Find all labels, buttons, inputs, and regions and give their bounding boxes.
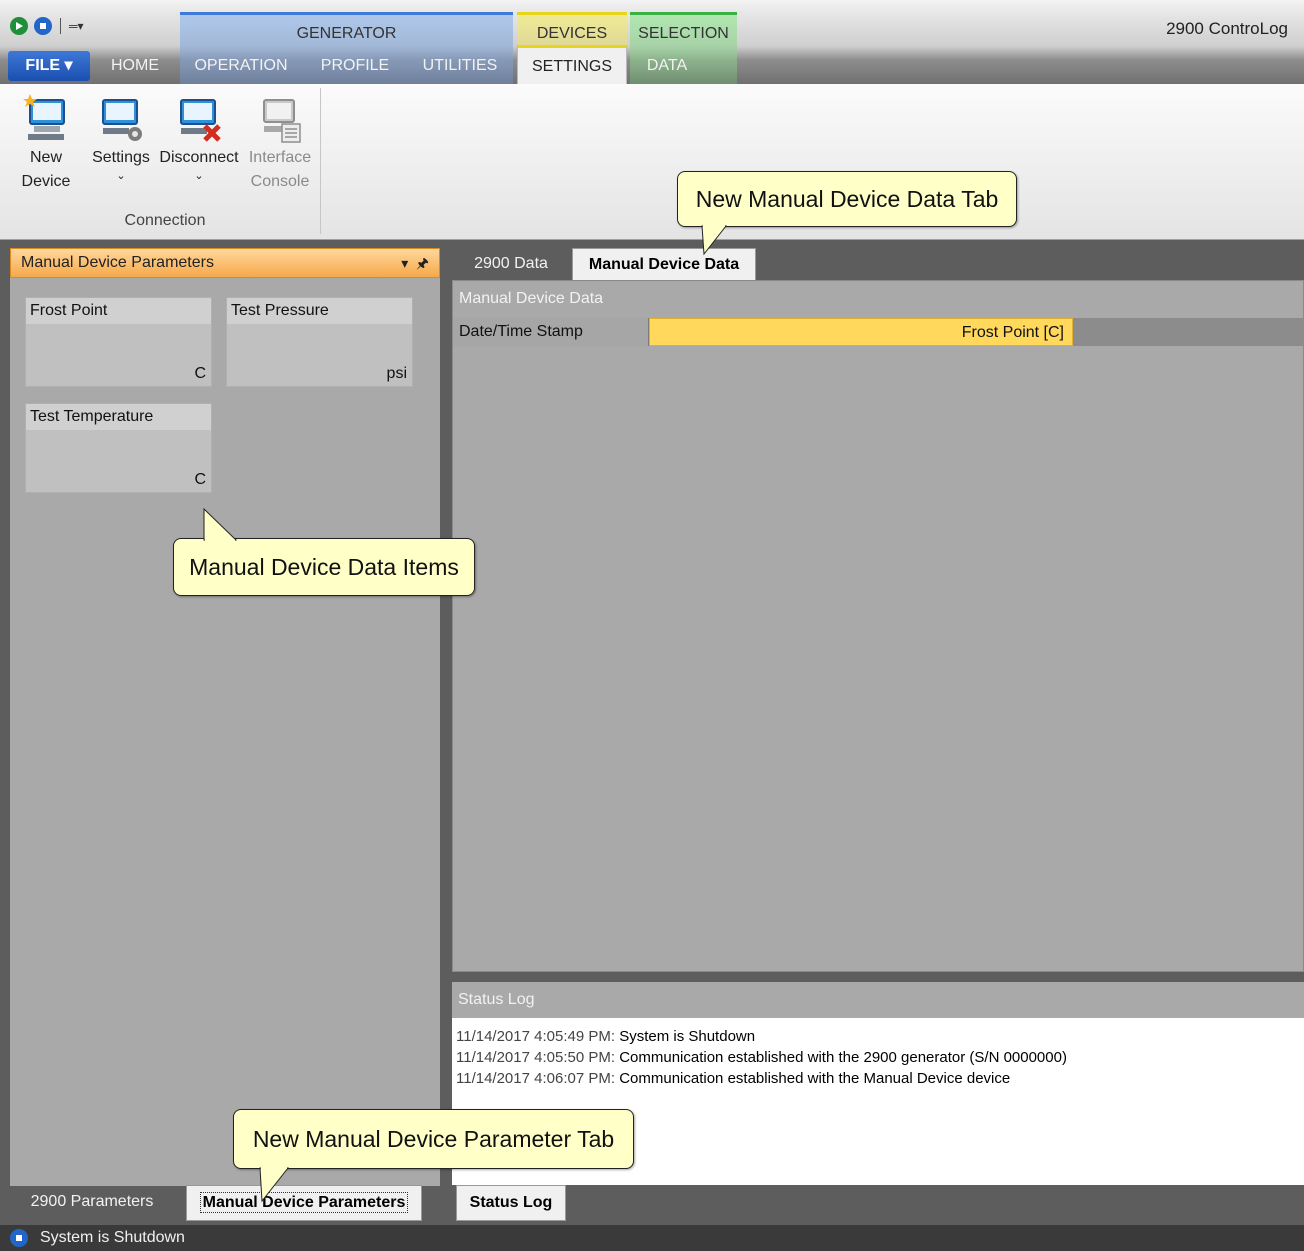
tab-settings[interactable]: SETTINGS: [517, 45, 627, 85]
callout-new-parameter-tab-text: New Manual Device Parameter Tab: [252, 1126, 615, 1152]
right-pane: 2900 Data Manual Device Data Manual Devi…: [446, 240, 1304, 1225]
callout-pointer: [203, 507, 238, 543]
stop-icon[interactable]: [34, 17, 52, 35]
new-device-label-2: Device: [21, 173, 71, 190]
panel-controls: ▾ 🖈: [401, 249, 429, 277]
ribbon-panel: New Device Settings ⌄ Disconnect ⌄ Inter…: [0, 84, 1304, 240]
frost-point-title: Frost Point: [26, 298, 211, 324]
quick-access-toolbar: ═▾: [10, 17, 84, 35]
new-device-label-1: New: [29, 149, 62, 166]
dropdown-icon[interactable]: ▾: [401, 255, 408, 271]
callout-data-items-text: Manual Device Data Items: [189, 554, 459, 580]
tab-operation[interactable]: OPERATION: [182, 48, 300, 84]
interface-label: Interface: [248, 149, 312, 166]
title-bar: ═▾ GENERATOR DEVICES SELECTION 2900 Cont…: [0, 0, 1304, 85]
disconnect-label: Disconnect: [159, 149, 239, 166]
data-panel-title: Manual Device Data: [453, 281, 1303, 317]
tab-manual-device-parameters-label: Manual Device Parameters: [199, 1192, 409, 1213]
parameters-panel: Manual Device Parameters ▾ 🖈 Frost Point…: [10, 248, 440, 1186]
start-icon[interactable]: [10, 17, 28, 35]
test-temperature-tile[interactable]: Test Temperature C: [25, 403, 212, 493]
file-menu-button[interactable]: FILE ▾: [8, 51, 90, 81]
context-label-generator: GENERATOR: [296, 25, 397, 42]
status-log-title: Status Log: [452, 982, 1304, 1018]
test-pressure-unit: psi: [386, 365, 407, 382]
test-pressure-title: Test Pressure: [227, 298, 412, 324]
callout-new-parameter-tab: New Manual Device Parameter Tab: [233, 1109, 634, 1203]
column-date-time[interactable]: Date/Time Stamp: [453, 318, 649, 346]
interface-console-button[interactable]: Interface Console: [246, 92, 314, 194]
log-message: Communication established with the Manua…: [619, 1070, 1011, 1087]
file-label: FILE: [25, 57, 61, 74]
test-temperature-unit: C: [194, 471, 206, 488]
callout-data-items: Manual Device Data Items: [173, 507, 475, 596]
status-bar-text: System is Shutdown: [40, 1229, 185, 1246]
callout-pointer: [701, 223, 728, 256]
tab-2900-data[interactable]: 2900 Data: [456, 248, 566, 280]
tab-status-log[interactable]: Status Log: [456, 1185, 566, 1221]
status-bar: System is Shutdown: [0, 1225, 1304, 1251]
tab-manual-device-data[interactable]: Manual Device Data: [572, 248, 756, 280]
disconnect-icon: [175, 92, 223, 146]
parameters-panel-title: Manual Device Parameters: [21, 254, 214, 271]
settings-label: Settings: [92, 149, 150, 166]
tab-2900-parameters[interactable]: 2900 Parameters: [14, 1185, 170, 1221]
new-device-icon: [22, 92, 70, 146]
log-entry: 11/14/2017 4:06:07 PM: Communication est…: [452, 1068, 1304, 1089]
tab-profile[interactable]: PROFILE: [306, 48, 404, 84]
settings-dropdown-icon: ⌄: [116, 170, 126, 182]
connection-group-label: Connection: [124, 212, 206, 229]
console-label: Console: [250, 173, 310, 190]
log-message: Communication established with the 2900 …: [619, 1049, 1067, 1066]
disconnect-button[interactable]: Disconnect ⌄: [158, 92, 240, 182]
disconnect-dropdown-icon: ⌄: [194, 170, 204, 182]
tab-utilities[interactable]: UTILITIES: [412, 48, 508, 84]
tab-home[interactable]: HOME: [96, 48, 174, 84]
left-pane: Manual Device Parameters ▾ 🖈 Frost Point…: [0, 240, 446, 1225]
status-log-list: 11/14/2017 4:05:49 PM: System is Shutdow…: [452, 1018, 1304, 1089]
callout-new-data-tab-text: New Manual Device Data Tab: [695, 186, 999, 212]
new-device-button[interactable]: New Device: [14, 92, 78, 194]
settings-button[interactable]: Settings ⌄: [90, 92, 152, 182]
tab-manual-device-parameters[interactable]: Manual Device Parameters: [186, 1185, 422, 1221]
tab-data[interactable]: DATA: [632, 48, 702, 84]
log-entry: 11/14/2017 4:05:50 PM: Communication est…: [452, 1047, 1304, 1068]
context-label-selection: SELECTION: [638, 25, 729, 42]
data-grid-header: Date/Time Stamp Frost Point [C]: [453, 318, 1304, 346]
toolbar-divider: [60, 18, 61, 34]
log-timestamp: 11/14/2017 4:06:07 PM:: [456, 1070, 616, 1087]
frost-point-unit: C: [194, 365, 206, 382]
log-entry: 11/14/2017 4:05:49 PM: System is Shutdow…: [452, 1026, 1304, 1047]
interface-console-icon: [256, 92, 304, 146]
group-divider: [320, 88, 321, 234]
parameters-panel-header: Manual Device Parameters ▾ 🖈: [10, 248, 440, 278]
callout-pointer: [259, 1165, 290, 1203]
customize-toolbar-icon[interactable]: ═▾: [69, 19, 84, 33]
callout-new-data-tab: New Manual Device Data Tab: [677, 171, 1017, 256]
settings-icon: [97, 92, 145, 146]
test-temperature-title: Test Temperature: [26, 404, 211, 430]
system-state-icon: [10, 1229, 28, 1247]
manual-device-data-panel: Manual Device Data Date/Time Stamp Frost…: [452, 280, 1304, 972]
log-timestamp: 11/14/2017 4:05:49 PM:: [456, 1028, 616, 1045]
column-frost-point[interactable]: Frost Point [C]: [649, 318, 1073, 346]
app-title: 2900 ControLog: [1166, 19, 1288, 38]
pin-icon[interactable]: 🖈: [416, 255, 429, 271]
frost-point-tile[interactable]: Frost Point C: [25, 297, 212, 387]
log-message: System is Shutdown: [619, 1028, 756, 1045]
test-pressure-tile[interactable]: Test Pressure psi: [226, 297, 413, 387]
log-timestamp: 11/14/2017 4:05:50 PM:: [456, 1049, 616, 1066]
